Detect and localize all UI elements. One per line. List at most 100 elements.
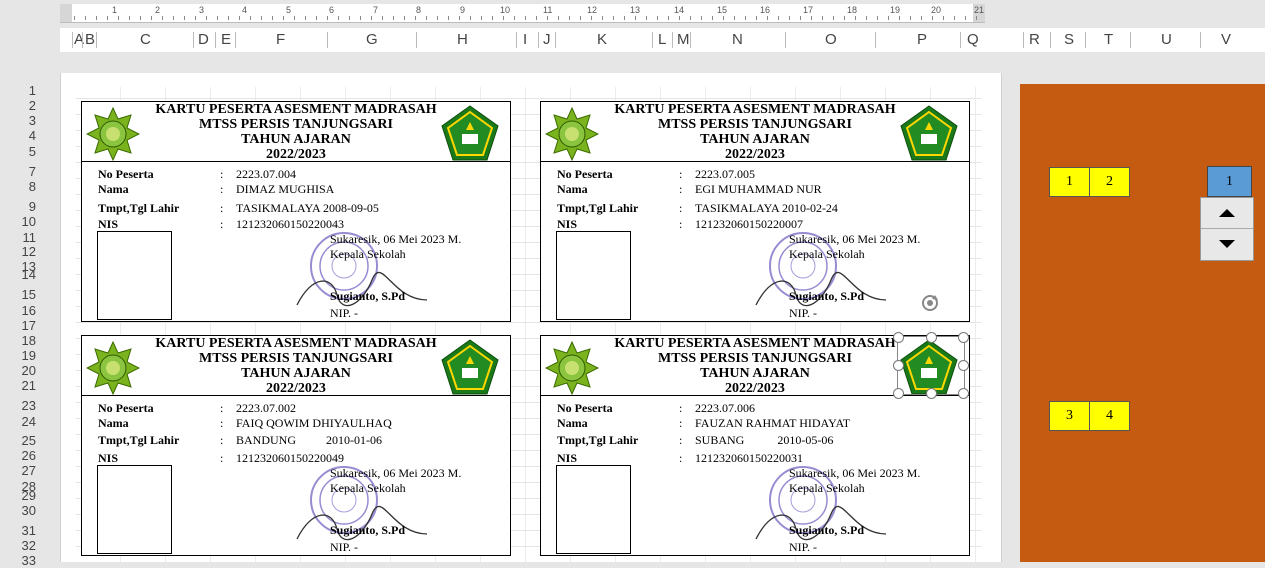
resize-handle[interactable] (926, 332, 937, 343)
row-header[interactable]: 4 (29, 129, 36, 142)
column-header[interactable]: D (198, 31, 209, 48)
row-header[interactable]: 32 (22, 539, 36, 552)
row-header[interactable]: 14 (22, 268, 36, 281)
row-header[interactable]: 21 (22, 379, 36, 392)
persis-logo-icon (86, 107, 140, 161)
spinner-value[interactable]: 1 (1207, 166, 1252, 197)
ruler-tick (635, 16, 636, 20)
row-header[interactable]: 29 (22, 489, 36, 502)
ruler-number: 7 (373, 5, 379, 15)
row-header[interactable]: 23 (22, 399, 36, 412)
page-select-button-2[interactable]: 2 (1089, 167, 1130, 197)
row-header[interactable]: 2 (29, 99, 36, 112)
label-nama: Nama (98, 416, 129, 430)
row-header[interactable]: 5 (29, 145, 36, 158)
row-header[interactable]: 19 (22, 349, 36, 362)
ruler-margin-left[interactable] (60, 4, 72, 22)
resize-handle[interactable] (893, 388, 904, 399)
row-header[interactable]: 10 (22, 215, 36, 228)
label-ttl: Tmpt,Tgl Lahir (98, 201, 180, 215)
ruler-tick (547, 16, 548, 20)
row-header-bar: 1 2 3 4 5 7 8 9 10 11 12 13 14 15 16 17 … (0, 84, 44, 567)
row-header[interactable]: 7 (29, 165, 36, 178)
page-select-button-4[interactable]: 4 (1089, 401, 1130, 431)
column-header[interactable]: P (917, 31, 927, 48)
column-header[interactable]: Q (967, 31, 979, 48)
row-header[interactable]: 12 (22, 245, 36, 258)
control-panel (1020, 84, 1265, 562)
row-header[interactable]: 33 (22, 554, 36, 567)
column-header[interactable]: V (1221, 31, 1231, 48)
column-header[interactable]: B (85, 31, 95, 48)
row-header[interactable]: 31 (22, 524, 36, 537)
column-header[interactable]: N (732, 31, 743, 48)
resize-handle[interactable] (893, 332, 904, 343)
rotate-handle-icon[interactable] (919, 292, 941, 314)
ruler-tick (305, 16, 306, 20)
column-header[interactable]: C (140, 31, 151, 48)
row-header[interactable]: 3 (29, 114, 36, 127)
ruler-tick (844, 16, 845, 20)
colon: : (220, 167, 224, 181)
column-header[interactable]: U (1161, 31, 1172, 48)
row-header[interactable]: 15 (22, 288, 36, 301)
ruler-tick (206, 16, 207, 20)
label-no-peserta: No Peserta (98, 167, 154, 181)
ruler-tick (448, 16, 449, 20)
page-select-button-3[interactable]: 3 (1049, 401, 1090, 431)
row-header[interactable]: 27 (22, 464, 36, 477)
column-header[interactable]: R (1029, 31, 1040, 48)
row-header[interactable]: 1 (29, 84, 36, 97)
column-header[interactable]: M (677, 31, 690, 48)
resize-handle[interactable] (958, 332, 969, 343)
ruler-number: 13 (630, 5, 641, 15)
sign-place-date: Sukaresik, 06 Mei 2023 M. (789, 232, 921, 246)
ruler-tick (602, 16, 603, 20)
row-header[interactable]: 30 (22, 504, 36, 517)
page-select-button-1[interactable]: 1 (1049, 167, 1090, 197)
row-header[interactable]: 16 (22, 304, 36, 317)
label-nis: NIS (557, 217, 578, 231)
participant-card: KARTU PESERTA ASESMENT MADRASAH MTSS PER… (81, 101, 511, 322)
column-header[interactable]: F (276, 31, 285, 48)
row-header[interactable]: 18 (22, 334, 36, 347)
ruler-tick (503, 16, 504, 20)
row-header[interactable]: 20 (22, 364, 36, 377)
ruler-tick (250, 16, 251, 20)
row-header[interactable]: 9 (29, 200, 36, 213)
ruler-tick (921, 16, 922, 20)
column-header[interactable]: H (457, 31, 468, 48)
column-header[interactable]: T (1104, 31, 1113, 48)
row-header[interactable]: 24 (22, 415, 36, 428)
ruler-tick (371, 16, 372, 20)
resize-handle[interactable] (958, 360, 969, 371)
column-header[interactable]: G (366, 31, 378, 48)
column-header[interactable]: L (658, 31, 666, 48)
resize-handle[interactable] (958, 388, 969, 399)
ruler-tick (184, 16, 185, 20)
row-header[interactable]: 25 (22, 434, 36, 447)
selected-picture-frame[interactable] (897, 336, 965, 395)
spin-up-button[interactable] (1201, 198, 1253, 229)
spin-down-button[interactable] (1201, 229, 1253, 259)
column-header[interactable]: J (543, 31, 551, 48)
column-header[interactable]: E (221, 31, 231, 48)
column-header[interactable]: O (825, 31, 837, 48)
row-header[interactable]: 8 (29, 180, 36, 193)
value-ttl: BANDUNG 2010-01-06 (236, 433, 382, 447)
value-ttl: TASIKMALAYA 2010-02-24 (695, 201, 838, 215)
column-header-bar: A B C D E F G H I J K L M N O P Q R S T … (60, 28, 1265, 52)
column-header[interactable]: K (597, 31, 607, 48)
label-nis: NIS (557, 451, 578, 465)
resize-handle[interactable] (893, 360, 904, 371)
ruler-tick (888, 16, 889, 20)
resize-handle[interactable] (926, 388, 937, 399)
label-ttl: Tmpt,Tgl Lahir (557, 433, 639, 447)
row-header[interactable]: 17 (22, 319, 36, 332)
colon: : (220, 401, 224, 415)
photo-box (97, 465, 172, 554)
row-header[interactable]: 26 (22, 449, 36, 462)
row-header[interactable]: 11 (23, 231, 37, 244)
column-header[interactable]: I (523, 31, 527, 48)
column-header[interactable]: S (1064, 31, 1074, 48)
